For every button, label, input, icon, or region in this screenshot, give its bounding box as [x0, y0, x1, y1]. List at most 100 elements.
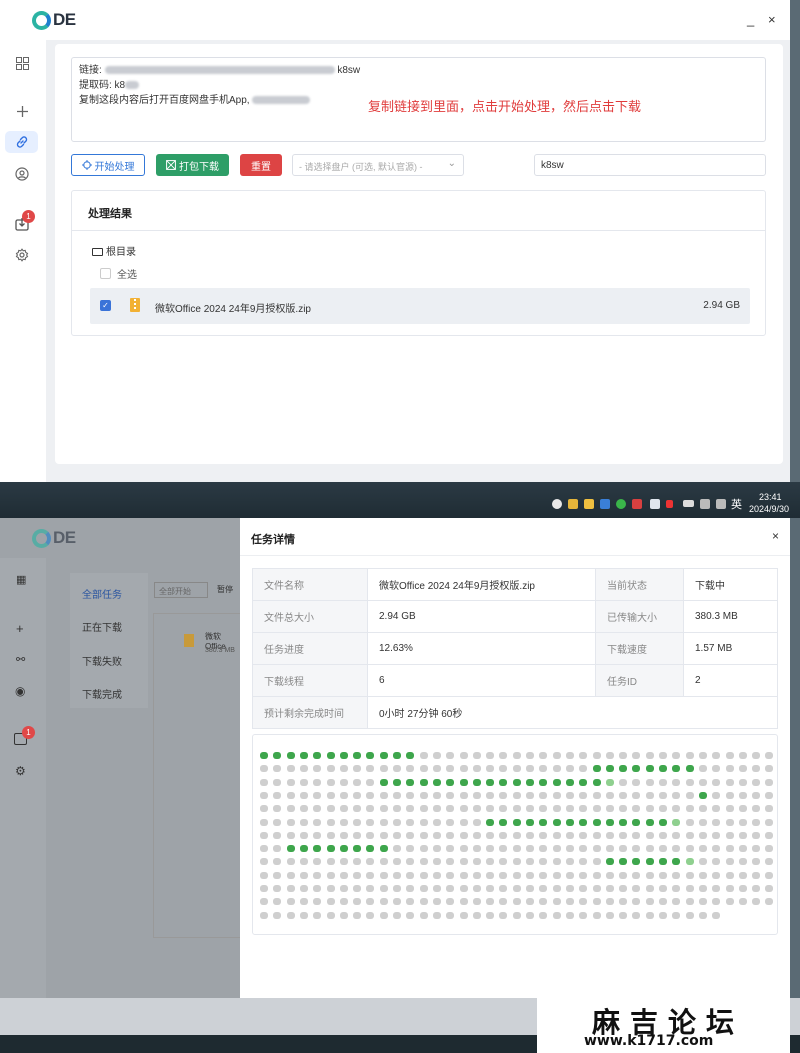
- chunk-cell: [446, 791, 455, 799]
- chunk-cell: [459, 885, 468, 892]
- clock-date[interactable]: 2024/9/30: [749, 504, 789, 514]
- info-key: 文件总大小: [252, 600, 368, 633]
- chunk-cell: [273, 845, 282, 853]
- checkbox-checked-icon[interactable]: ✓: [100, 300, 111, 311]
- link-icon[interactable]: [5, 131, 38, 153]
- chunk-cell: [605, 778, 614, 786]
- chunk-cell: [539, 831, 548, 839]
- chunk-cell: [752, 818, 761, 826]
- chunk-cell: [313, 885, 322, 892]
- plus-icon[interactable]: +: [16, 621, 24, 636]
- chunk-cell: [353, 805, 362, 813]
- chunk-cell: [672, 818, 681, 826]
- chunk-cell: [685, 805, 694, 813]
- chunk-cell: [419, 858, 428, 866]
- copy-hint-text: 复制这段内容后打开百度网盘手机App,: [79, 95, 250, 106]
- tab-failed[interactable]: 下载失败: [82, 653, 122, 668]
- close-button[interactable]: ×: [768, 12, 776, 27]
- chunk-cell: [579, 898, 588, 906]
- cube-icon[interactable]: [600, 499, 610, 509]
- start-process-button[interactable]: 开始处理: [71, 154, 145, 176]
- chunk-cell: [579, 778, 588, 786]
- pack-download-button[interactable]: 打包下载: [156, 154, 229, 176]
- taskbar: 英 23:41 2024/9/30: [0, 482, 800, 518]
- chunk-cell: [698, 911, 707, 919]
- chunk-cell: [565, 858, 574, 866]
- folder-icon[interactable]: [568, 499, 578, 509]
- tab-downloading[interactable]: 正在下载: [82, 619, 122, 634]
- task-list-dim: [153, 613, 240, 938]
- chunk-cell: [326, 765, 335, 773]
- chunk-cell: [446, 845, 455, 853]
- chunk-cell: [765, 791, 774, 799]
- chunk-cell: [432, 898, 441, 906]
- chunk-cell: [353, 818, 362, 826]
- grid-icon[interactable]: ▦: [16, 573, 26, 586]
- file-row[interactable]: ✓ 微软Office 2024 24年9月授权版.zip 2.94 GB: [90, 288, 750, 324]
- chunk-cell: [592, 765, 601, 773]
- chunk-cell: [313, 871, 322, 879]
- app-red-icon[interactable]: [632, 499, 642, 509]
- chunk-cell: [752, 805, 761, 813]
- chunk-cell: [685, 831, 694, 839]
- link-icon[interactable]: ⚯: [16, 653, 25, 666]
- chunk-cell: [472, 778, 481, 786]
- chunk-cell: [273, 818, 282, 826]
- disk-select-placeholder: - 请选择盘户 (可选, 默认官源) -: [299, 162, 423, 172]
- arrow-icon[interactable]: [666, 500, 673, 508]
- wechat-icon[interactable]: [616, 499, 626, 509]
- network-icon[interactable]: [700, 499, 710, 509]
- chunk-cell: [406, 898, 415, 906]
- plus-icon[interactable]: [11, 100, 33, 122]
- chunk-cell: [565, 898, 574, 906]
- shield-icon[interactable]: [584, 499, 594, 509]
- chunk-cell: [712, 871, 721, 879]
- gear-icon[interactable]: ⚙: [15, 764, 26, 778]
- gear-icon[interactable]: [11, 244, 33, 266]
- chunk-cell: [712, 778, 721, 786]
- reset-button[interactable]: 重置: [240, 154, 282, 176]
- chunk-cell: [393, 911, 401, 919]
- pause-all-button[interactable]: 暂停: [217, 584, 233, 595]
- chunk-cell: [619, 791, 628, 799]
- chunk-cell: [565, 791, 574, 799]
- extract-code-input[interactable]: k8sw: [534, 154, 766, 176]
- chunk-cell: [260, 898, 268, 906]
- minimize-button[interactable]: _: [747, 12, 754, 27]
- chunk-cell: [619, 858, 628, 866]
- tab-all-tasks[interactable]: 全部任务: [82, 586, 122, 601]
- keyboard-icon[interactable]: [683, 500, 694, 507]
- root-directory[interactable]: 根目录: [92, 243, 136, 258]
- clock-time[interactable]: 23:41: [759, 492, 782, 502]
- ime-indicator[interactable]: 英: [731, 496, 742, 512]
- disk-select[interactable]: - 请选择盘户 (可选, 默认官源) - ⌄: [292, 154, 464, 176]
- chunk-cell: [698, 858, 707, 866]
- chunk-cell: [659, 871, 667, 879]
- chunk-cell: [632, 805, 641, 813]
- start-all-button[interactable]: 全部开始: [154, 582, 208, 598]
- chunk-cell: [313, 805, 322, 813]
- chunk-cell: [472, 818, 481, 826]
- chunk-cell: [459, 818, 468, 826]
- chunk-cell: [605, 805, 614, 813]
- chunk-cell: [512, 778, 521, 786]
- chunk-cell: [605, 791, 614, 799]
- tray-app-icon[interactable]: [552, 499, 562, 509]
- chunk-cell: [446, 871, 455, 879]
- chunk-cell: [765, 805, 774, 813]
- chunk-cell: [632, 818, 641, 826]
- chunk-cell: [366, 911, 375, 919]
- message-icon[interactable]: [650, 499, 660, 509]
- volume-icon[interactable]: [716, 499, 726, 509]
- tab-completed[interactable]: 下载完成: [82, 686, 122, 701]
- chunk-cell: [366, 752, 375, 759]
- extract-code-label: 提取码: k8: [79, 80, 126, 91]
- user-icon[interactable]: ◉: [15, 684, 25, 698]
- chunk-cell: [446, 831, 455, 839]
- chunk-cell: [725, 805, 734, 813]
- user-icon[interactable]: [11, 163, 33, 185]
- close-icon[interactable]: ×: [772, 529, 779, 543]
- chunk-cell: [339, 818, 348, 826]
- select-all-checkbox[interactable]: 全选: [100, 266, 137, 281]
- grid-icon[interactable]: [11, 52, 33, 74]
